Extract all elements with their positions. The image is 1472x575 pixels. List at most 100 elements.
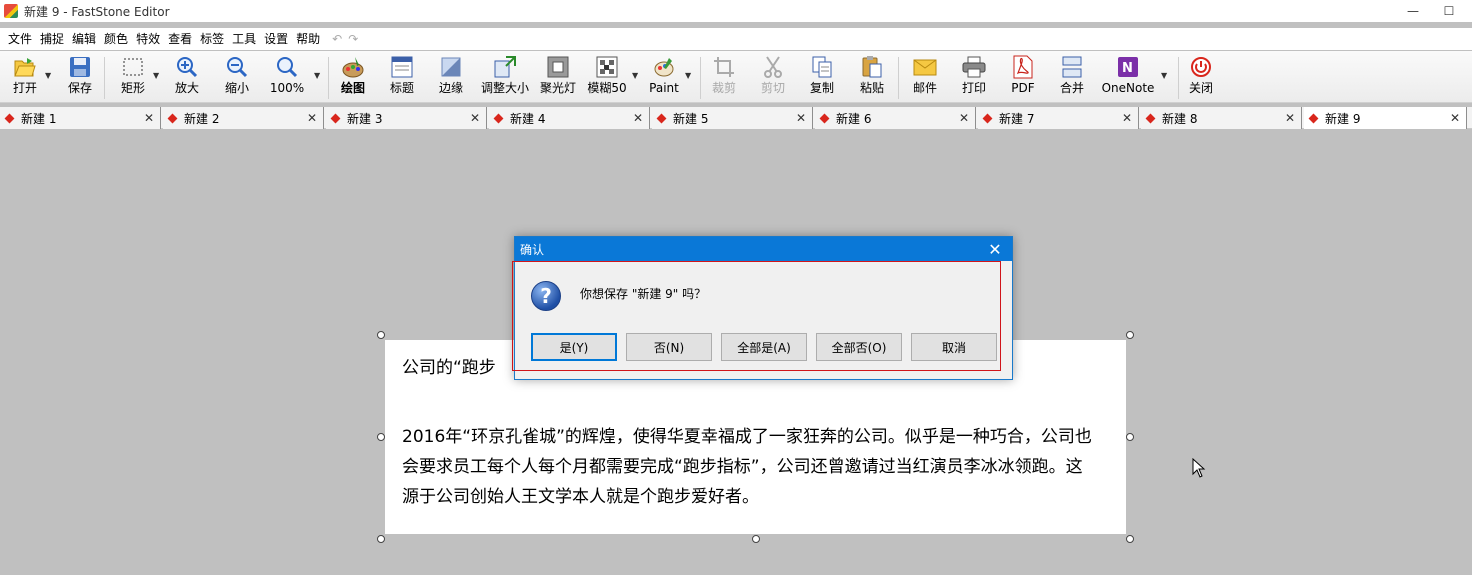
chevron-down-icon[interactable]: ▼ [1161, 71, 1167, 80]
toolbar-divider [328, 57, 329, 99]
menu-file[interactable]: 文件 [4, 28, 36, 50]
menu-capture[interactable]: 捕捉 [36, 28, 68, 50]
onenote-button[interactable]: N OneNote [1100, 55, 1156, 101]
caption-button[interactable]: 标题 [387, 55, 417, 101]
tab-marker-icon [982, 113, 993, 123]
close-button[interactable]: 关闭 [1185, 55, 1217, 101]
pdf-button[interactable]: PDF [1007, 55, 1039, 101]
close-icon[interactable]: ✕ [1285, 111, 1295, 125]
resize-handle-right[interactable] [1126, 433, 1134, 441]
menu-settings[interactable]: 设置 [260, 28, 292, 50]
close-icon[interactable]: ✕ [633, 111, 643, 125]
title-bar: 新建 9 - FastStone Editor — ☐ [0, 0, 1472, 22]
menu-bar: 文件 捕捉 编辑 颜色 特效 查看 标签 工具 设置 帮助 ↶↷ [0, 28, 1472, 50]
yes-to-all-button[interactable]: 全部是(A) [721, 333, 807, 361]
rectangle-select-button[interactable]: 矩形 [118, 55, 148, 101]
zoom-100-button[interactable]: 100% [268, 55, 306, 101]
tab-marker-icon [493, 113, 504, 123]
tab-new-7[interactable]: 新建 7 ✕ [978, 107, 1139, 129]
chevron-down-icon[interactable]: ▼ [153, 71, 159, 80]
tab-new-5[interactable]: 新建 5 ✕ [652, 107, 813, 129]
menu-tabs[interactable]: 标签 [196, 28, 228, 50]
cut-button[interactable]: 剪切 [757, 55, 789, 101]
save-button[interactable]: 保存 [64, 55, 96, 101]
crop-button[interactable]: 裁剪 [708, 55, 740, 101]
zoom-in-button[interactable]: 放大 [172, 55, 202, 101]
close-icon[interactable]: ✕ [959, 111, 969, 125]
print-button[interactable]: 打印 [958, 55, 990, 101]
undo-redo-icons[interactable]: ↶↷ [332, 32, 364, 46]
edge-button[interactable]: 边缘 [436, 55, 466, 101]
menu-tools[interactable]: 工具 [228, 28, 260, 50]
caption-icon [390, 55, 414, 79]
resize-handle-bottom-left[interactable] [377, 535, 385, 543]
email-button[interactable]: 邮件 [909, 55, 941, 101]
spotlight-button[interactable]: 聚光灯 [538, 55, 578, 101]
cancel-button[interactable]: 取消 [911, 333, 997, 361]
resize-handle-bottom[interactable] [752, 535, 760, 543]
no-button[interactable]: 否(N) [626, 333, 712, 361]
dialog-close-button[interactable]: ✕ [978, 237, 1012, 261]
window-title: 新建 9 - FastStone Editor [24, 4, 170, 19]
maximize-button[interactable]: ☐ [1426, 0, 1472, 22]
merge-button[interactable]: 合并 [1056, 55, 1088, 101]
menu-help[interactable]: 帮助 [292, 28, 324, 50]
yes-button[interactable]: 是(Y) [531, 333, 617, 361]
paint-button[interactable]: Paint [648, 55, 680, 101]
draw-button[interactable]: 绘图 [338, 55, 368, 101]
resize-handle-bottom-right[interactable] [1126, 535, 1134, 543]
menu-effects[interactable]: 特效 [132, 28, 164, 50]
close-icon[interactable]: ✕ [1122, 111, 1132, 125]
tab-new-9[interactable]: 新建 9 ✕ [1304, 107, 1467, 129]
close-icon[interactable]: ✕ [1450, 111, 1460, 125]
toolbar-divider [898, 57, 899, 99]
tab-new-3[interactable]: 新建 3 ✕ [326, 107, 487, 129]
chevron-down-icon[interactable]: ▼ [632, 71, 638, 80]
menu-colors[interactable]: 颜色 [100, 28, 132, 50]
chevron-down-icon[interactable]: ▼ [45, 71, 51, 80]
document-tab-bar: 新建 1 ✕ 新建 2 ✕ 新建 3 ✕ 新建 4 ✕ 新建 5 ✕ 新建 6 ✕ 新建 7… [0, 107, 1472, 129]
paste-button[interactable]: 粘贴 [856, 55, 888, 101]
tab-new-1[interactable]: 新建 1 ✕ [0, 107, 161, 129]
floppy-disk-icon [68, 55, 92, 79]
zoom-out-button[interactable]: 缩小 [222, 55, 252, 101]
dashed-rectangle-icon [121, 55, 145, 79]
question-icon: ? [531, 281, 561, 311]
open-button[interactable]: 打开 [8, 55, 42, 101]
zoom-in-icon [175, 55, 199, 79]
close-icon[interactable]: ✕ [144, 111, 154, 125]
resize-icon [493, 55, 517, 79]
spotlight-icon [546, 55, 570, 79]
power-icon [1189, 55, 1213, 79]
scissors-icon [761, 55, 785, 79]
document-text-line: 公司的“跑步 [402, 358, 496, 378]
tab-new-4[interactable]: 新建 4 ✕ [489, 107, 650, 129]
resize-handle-top-left[interactable] [377, 331, 385, 339]
toolbar-divider [1178, 57, 1179, 99]
tab-new-2[interactable]: 新建 2 ✕ [163, 107, 324, 129]
no-to-all-button[interactable]: 全部否(O) [816, 333, 902, 361]
tab-new-8[interactable]: 新建 8 ✕ [1141, 107, 1302, 129]
close-icon[interactable]: ✕ [470, 111, 480, 125]
blur-button[interactable]: 模糊50 [586, 55, 628, 101]
copy-button[interactable]: 复制 [806, 55, 838, 101]
crop-icon [712, 55, 736, 79]
close-icon[interactable]: ✕ [796, 111, 806, 125]
chevron-down-icon[interactable]: ▼ [685, 71, 691, 80]
paint-palette-icon [341, 55, 365, 79]
menu-view[interactable]: 查看 [164, 28, 196, 50]
document-paragraph: 2016年“环京孔雀城”的辉煌，使得华夏幸福成了一家狂奔的公司。似乎是一种巧合，… [402, 427, 1092, 507]
menu-edit[interactable]: 编辑 [68, 28, 100, 50]
resize-handle-top-right[interactable] [1126, 331, 1134, 339]
pdf-icon [1011, 55, 1035, 79]
tab-new-6[interactable]: 新建 6 ✕ [815, 107, 976, 129]
resize-handle-left[interactable] [377, 433, 385, 441]
chevron-down-icon[interactable]: ▼ [314, 71, 320, 80]
mouse-cursor-icon [1192, 458, 1206, 478]
toolbar: 打开 ▼ 保存 矩形 ▼ 放大 缩小 100% ▼ 绘图 标题 边缘 调整大小 … [0, 51, 1472, 103]
close-icon[interactable]: ✕ [307, 111, 317, 125]
copy-icon [810, 55, 834, 79]
tab-marker-icon [330, 113, 341, 123]
tab-marker-icon [167, 113, 178, 123]
resize-button[interactable]: 调整大小 [480, 55, 530, 101]
